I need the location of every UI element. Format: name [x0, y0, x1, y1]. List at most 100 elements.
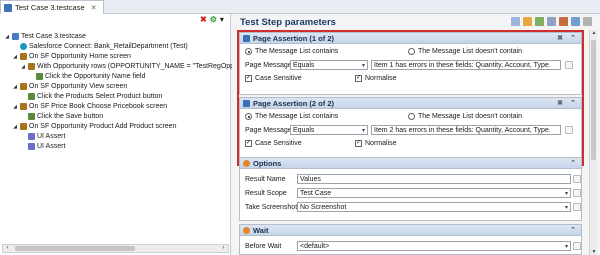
expand-toggle-icon[interactable]: ◢ — [12, 54, 18, 60]
delete-icon[interactable]: ✖ — [200, 15, 207, 24]
step-icon-4[interactable] — [547, 17, 556, 26]
message-input-2[interactable]: Item 2 has errors in these fields: Quant… — [371, 125, 561, 135]
expand-toggle-icon[interactable]: ◢ — [12, 84, 18, 90]
assertion-icon — [243, 34, 250, 42]
tree-node[interactable]: ◢ Test Case 3.testcase — [4, 32, 86, 41]
options-header[interactable]: Options ⌃ — [240, 158, 581, 169]
take-screenshot-icon[interactable] — [573, 203, 581, 211]
step-icon — [36, 73, 43, 80]
tree-node[interactable]: Click the Save button — [20, 112, 103, 121]
test-case-icon — [12, 33, 19, 40]
test-case-icon — [4, 3, 12, 12]
tree-node[interactable]: ◢ With Opportunity rows (OPPORTUNITY_NAME… — [20, 62, 234, 71]
case-sensitive-checkbox-2[interactable]: ✓ Case Sensitive — [245, 140, 302, 147]
tree-node[interactable]: Click the Opportunity Name field — [28, 72, 145, 81]
screen-icon — [20, 123, 27, 130]
normalise-label: Normalise — [365, 140, 397, 147]
tree-node-label: UI Assert — [37, 143, 66, 150]
tree-node[interactable]: UI Assert — [20, 132, 65, 141]
radio-not-contains-control[interactable] — [408, 48, 415, 55]
horizontal-scrollbar[interactable]: ‹ › — [2, 244, 229, 253]
radio-contains-2[interactable]: The Message List contains — [245, 113, 338, 120]
tree-node[interactable]: ◢ On SF Opportunity Product Add Product s… — [12, 122, 176, 131]
radio-not-contains-control[interactable] — [408, 113, 415, 120]
tree-node[interactable]: Click the Products Select Product button — [20, 92, 162, 101]
step-icon-6[interactable] — [571, 17, 580, 26]
step-icon — [28, 113, 35, 120]
checkbox-control[interactable]: ✓ — [355, 140, 362, 147]
collapse-icon[interactable]: ⌃ — [570, 34, 576, 42]
tree-node[interactable]: Salesforce Connect: Bank_RetailDepartmen… — [12, 42, 188, 51]
tree-node-label: Click the Save button — [37, 113, 104, 120]
step-icon-7[interactable] — [583, 17, 592, 26]
tree-node-label: On SF Price Book Choose Pricebook screen — [29, 103, 168, 110]
close-tab-icon[interactable]: ✕ — [91, 4, 97, 12]
run-icon[interactable]: ⚙ — [210, 15, 217, 24]
assertion-1-header[interactable]: Page Assertion (1 of 2) ✖ ⌃ — [240, 33, 581, 44]
remove-assertion-icon[interactable]: ✖ — [557, 99, 563, 107]
menu-chevron-icon[interactable]: ▾ — [220, 15, 224, 24]
scroll-down-arrow[interactable]: ▼ — [590, 249, 598, 255]
result-scope-select[interactable]: Test Case ▾ — [297, 188, 571, 198]
assertion-2-header[interactable]: Page Assertion (2 of 2) ✖ ⌃ — [240, 98, 581, 109]
checkbox-control[interactable]: ✓ — [355, 75, 362, 82]
message-input-1[interactable]: Item 1 has errors in these fields: Quant… — [371, 60, 561, 70]
operator-select-2[interactable]: Equals ▾ — [290, 125, 368, 135]
checkbox-control[interactable]: ✓ — [245, 140, 252, 147]
before-wait-select[interactable]: <default> ▾ — [297, 241, 571, 251]
chevron-down-icon: ▾ — [361, 63, 365, 69]
expand-toggle-icon[interactable]: ◢ — [4, 34, 10, 40]
chevron-down-icon: ▾ — [564, 244, 568, 250]
panel-toolbar — [511, 17, 592, 26]
case-sensitive-checkbox-1[interactable]: ✓ Case Sensitive — [245, 75, 302, 82]
collapse-icon[interactable]: ⌃ — [570, 159, 576, 167]
tree-node[interactable]: ◢ On SF Opportunity Home screen — [12, 52, 131, 61]
operator-value: Equals — [293, 61, 315, 69]
assertion-1-title: Page Assertion (1 of 2) — [253, 33, 334, 43]
normalise-checkbox-1[interactable]: ✓ Normalise — [355, 75, 397, 82]
tree-node[interactable]: ◢ On SF Price Book Choose Pricebook scree… — [12, 102, 167, 111]
remove-assertion-icon[interactable]: ✖ — [557, 34, 563, 42]
tree-node[interactable]: ◢ On SF Opportunity View screen — [12, 82, 127, 91]
radio-contains-control[interactable] — [245, 113, 252, 120]
step-icon-1[interactable] — [511, 17, 520, 26]
expand-toggle-icon[interactable]: ◢ — [12, 124, 18, 130]
step-icon — [28, 93, 35, 100]
step-icon-5[interactable] — [559, 17, 568, 26]
scroll-thumb[interactable] — [591, 40, 596, 160]
expand-toggle-icon[interactable]: ◢ — [20, 64, 26, 70]
result-name-input[interactable]: Values — [297, 174, 571, 184]
collapse-icon[interactable]: ⌃ — [570, 226, 576, 234]
editor-tab-label: Test Case 3.testcase — [15, 3, 85, 12]
operator-select-1[interactable]: Equals ▾ — [290, 60, 368, 70]
normalise-checkbox-2[interactable]: ✓ Normalise — [355, 140, 397, 147]
result-scope-icon[interactable] — [573, 189, 581, 197]
radio-not-contains-1[interactable]: The Message List doesn't contain — [408, 48, 522, 55]
scroll-left-arrow[interactable]: ‹ — [3, 245, 12, 252]
assertion-icon — [243, 99, 250, 107]
edit-value-icon[interactable] — [565, 61, 573, 69]
test-step-parameters-pane: Test Step parameters Page Assertion (1 o… — [232, 14, 600, 255]
radio-contains-control[interactable] — [245, 48, 252, 55]
result-name-icon[interactable] — [573, 175, 581, 183]
step-icon-3[interactable] — [535, 17, 544, 26]
edit-value-icon[interactable] — [565, 126, 573, 134]
result-scope-value: Test Case — [300, 189, 332, 197]
radio-not-contains-label: The Message List doesn't contain — [418, 113, 523, 120]
radio-not-contains-2[interactable]: The Message List doesn't contain — [408, 113, 522, 120]
radio-contains-1[interactable]: The Message List contains — [245, 48, 338, 55]
before-wait-icon[interactable] — [573, 242, 581, 250]
vertical-scrollbar[interactable]: ▲ ▼ — [589, 30, 597, 255]
tree-node[interactable]: UI Assert — [20, 142, 65, 151]
scroll-up-arrow[interactable]: ▲ — [590, 30, 598, 36]
collapse-icon[interactable]: ⌃ — [570, 99, 576, 107]
editor-tab[interactable]: Test Case 3.testcase ✕ — [0, 0, 104, 14]
step-icon-2[interactable] — [523, 17, 532, 26]
checkbox-control[interactable]: ✓ — [245, 75, 252, 82]
scroll-right-arrow[interactable]: › — [219, 245, 228, 252]
options-icon — [243, 159, 250, 167]
wait-header[interactable]: Wait ⌃ — [240, 225, 581, 236]
take-screenshot-select[interactable]: No Screenshot ▾ — [297, 202, 571, 212]
scroll-thumb[interactable] — [15, 246, 135, 251]
expand-toggle-icon[interactable]: ◢ — [12, 104, 18, 110]
